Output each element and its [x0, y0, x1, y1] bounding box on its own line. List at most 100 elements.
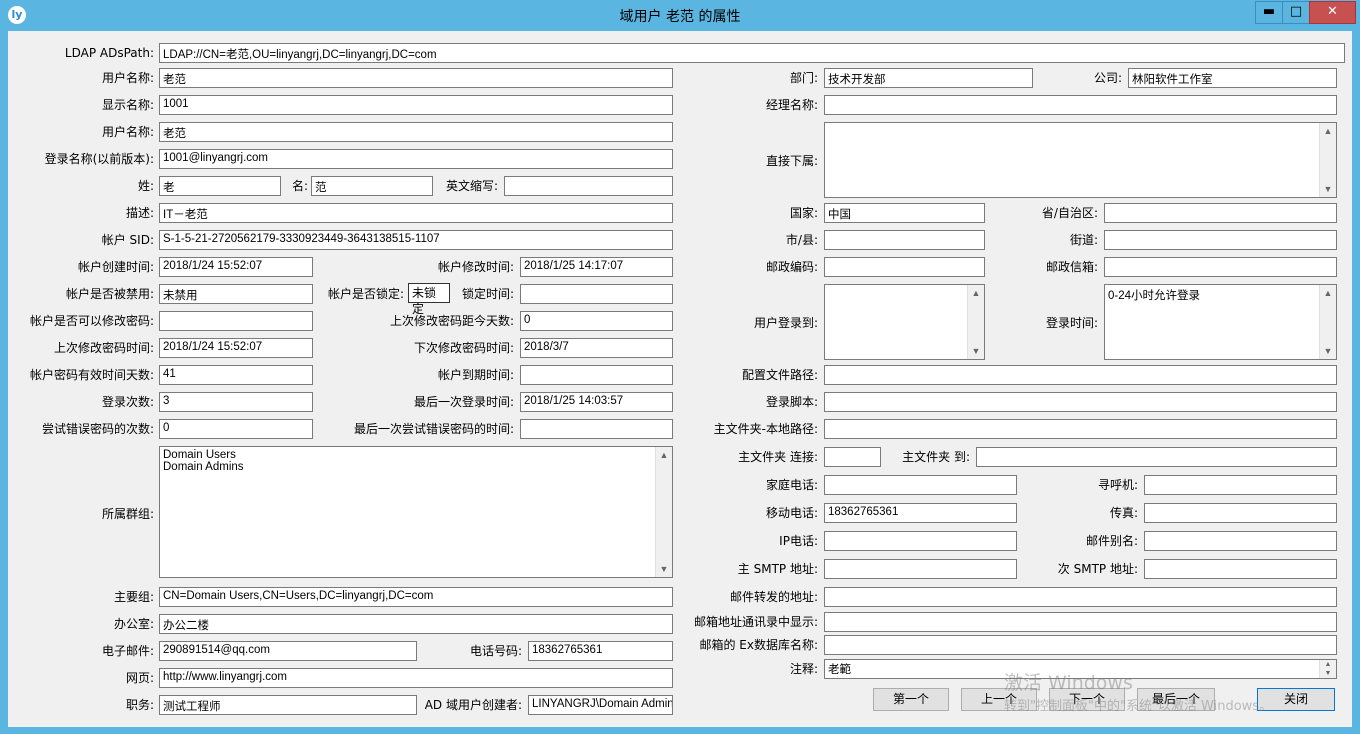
- bad-pwd-count-field[interactable]: 0: [159, 419, 313, 439]
- primary-group-field[interactable]: CN=Domain Users,CN=Users,DC=linyangrj,DC…: [159, 587, 673, 607]
- smtp-primary-label: 主 SMTP 地址:: [737, 562, 818, 576]
- bad-pwd-count-label: 尝试错误密码的次数:: [41, 422, 154, 436]
- gal-field[interactable]: [824, 612, 1337, 632]
- smtp-secondary-field[interactable]: [1144, 559, 1337, 579]
- scroll-down-icon[interactable]: ▼: [1320, 181, 1336, 197]
- can-change-pwd-field[interactable]: [159, 311, 313, 331]
- title-bar[interactable]: ly 域用户 老范 的属性 ▬ □ ✕: [0, 0, 1360, 30]
- logon-to-scrollbar[interactable]: ▲ ▼: [967, 285, 984, 359]
- username2-field[interactable]: 老范: [159, 122, 673, 142]
- group-item[interactable]: Domain Admins: [163, 461, 669, 473]
- logon-hours-scrollbar[interactable]: ▲ ▼: [1319, 285, 1336, 359]
- last-bad-pwd-label: 最后一次尝试错误密码的时间:: [353, 422, 514, 436]
- mobile-field[interactable]: 18362765361: [824, 503, 1017, 523]
- notes-scrollbar[interactable]: ▲ ▼: [1319, 660, 1336, 678]
- scroll-up-icon[interactable]: ▲: [1320, 285, 1336, 301]
- scroll-up-icon[interactable]: ▲: [1320, 123, 1336, 139]
- home-connect-label: 主文件夹 连接:: [738, 450, 818, 464]
- given-name-field[interactable]: 范: [311, 176, 433, 196]
- next-pwd-label: 下次修改密码时间:: [413, 341, 514, 355]
- ip-phone-label: IP电话:: [779, 534, 818, 548]
- logon-hours-label: 登录时间:: [1045, 316, 1098, 330]
- scroll-up-icon[interactable]: ▲: [1320, 660, 1336, 669]
- modified-field[interactable]: 2018/1/25 14:17:07: [520, 257, 673, 277]
- home-connect-field[interactable]: [824, 447, 881, 467]
- logon-script-field[interactable]: [824, 392, 1337, 412]
- logon-to-label: 用户登录到:: [753, 316, 818, 330]
- profile-path-field[interactable]: [824, 365, 1337, 385]
- street-field[interactable]: [1104, 230, 1337, 250]
- close-window-button[interactable]: ✕: [1309, 1, 1356, 24]
- pobox-field[interactable]: [1104, 257, 1337, 277]
- lock-time-field[interactable]: [520, 284, 673, 304]
- country-field[interactable]: 中国: [824, 203, 985, 223]
- maximize-button[interactable]: □: [1282, 1, 1310, 24]
- zip-field[interactable]: [824, 257, 985, 277]
- webpage-field[interactable]: http://www.linyangrj.com: [159, 668, 673, 688]
- scroll-down-icon[interactable]: ▼: [1320, 669, 1336, 678]
- exchange-db-field[interactable]: [824, 635, 1337, 655]
- home-local-field[interactable]: [824, 419, 1337, 439]
- window-title: 域用户 老范 的属性: [619, 9, 741, 25]
- locked-value[interactable]: 未锁定: [408, 283, 450, 316]
- smtp-secondary-label: 次 SMTP 地址:: [1057, 562, 1138, 576]
- country-label: 国家:: [789, 206, 818, 220]
- job-title-field[interactable]: 测试工程师: [159, 695, 417, 715]
- scroll-down-icon[interactable]: ▼: [656, 561, 672, 577]
- last-pwd-field[interactable]: 2018/1/24 15:52:07: [159, 338, 313, 358]
- direct-reports-label: 直接下属:: [765, 154, 818, 168]
- description-field[interactable]: IT－老范: [159, 203, 673, 223]
- groups-list[interactable]: Domain Users Domain Admins ▲ ▼: [159, 446, 673, 578]
- surname-field[interactable]: 老: [159, 176, 281, 196]
- scroll-down-icon[interactable]: ▼: [968, 343, 984, 359]
- username-field[interactable]: 老范: [159, 68, 673, 88]
- scroll-down-icon[interactable]: ▼: [1320, 343, 1336, 359]
- smtp-primary-field[interactable]: [824, 559, 1017, 579]
- mail-alias-field[interactable]: [1144, 531, 1337, 551]
- display-name-field[interactable]: 1001: [159, 95, 673, 115]
- home-phone-field[interactable]: [824, 475, 1017, 495]
- company-field[interactable]: 林阳软件工作室: [1128, 68, 1337, 88]
- group-item[interactable]: Domain Users: [163, 449, 669, 461]
- logon-to-list[interactable]: ▲ ▼: [824, 284, 985, 360]
- ip-phone-field[interactable]: [824, 531, 1017, 551]
- home-to-field[interactable]: [976, 447, 1337, 467]
- days-since-pwd-field[interactable]: 0: [520, 311, 673, 331]
- creator-field[interactable]: LINYANGRJ\Domain Admins: [528, 695, 673, 715]
- home-to-label: 主文件夹 到:: [902, 450, 970, 464]
- email-field[interactable]: 290891514@qq.com: [159, 641, 417, 661]
- created-field[interactable]: 2018/1/24 15:52:07: [159, 257, 313, 277]
- last-pwd-label: 上次修改密码时间:: [53, 341, 154, 355]
- expires-label: 帐户到期时间:: [437, 368, 514, 382]
- pager-field[interactable]: [1144, 475, 1337, 495]
- initials-label: 英文缩写:: [445, 179, 498, 193]
- forward-field[interactable]: [824, 587, 1337, 607]
- fax-field[interactable]: [1144, 503, 1337, 523]
- initials-field[interactable]: [504, 176, 673, 196]
- next-pwd-field[interactable]: 2018/3/7: [520, 338, 673, 358]
- username2-label: 用户名称:: [101, 125, 154, 139]
- pwd-days-field[interactable]: 41: [159, 365, 313, 385]
- primary-group-label: 主要组:: [113, 590, 154, 604]
- first-button[interactable]: 第一个: [873, 688, 949, 711]
- province-field[interactable]: [1104, 203, 1337, 223]
- minimize-button[interactable]: ▬: [1255, 1, 1283, 24]
- prewin-login-field[interactable]: 1001@linyangrj.com: [159, 149, 673, 169]
- forward-label: 邮件转发的地址:: [729, 590, 818, 604]
- expires-field[interactable]: [520, 365, 673, 385]
- manager-field[interactable]: [824, 95, 1337, 115]
- login-count-field[interactable]: 3: [159, 392, 313, 412]
- direct-reports-list[interactable]: ▲ ▼: [824, 122, 1337, 198]
- disabled-field[interactable]: 未禁用: [159, 284, 313, 304]
- scroll-up-icon[interactable]: ▲: [968, 285, 984, 301]
- department-field[interactable]: 技术开发部: [824, 68, 1033, 88]
- city-field[interactable]: [824, 230, 985, 250]
- last-login-field[interactable]: 2018/1/25 14:03:57: [520, 392, 673, 412]
- office-field[interactable]: 办公二楼: [159, 614, 673, 634]
- ldap-path-field[interactable]: LDAP://CN=老范,OU=linyangrj,DC=linyangrj,D…: [159, 43, 1345, 63]
- sid-field[interactable]: S-1-5-21-2720562179-3330923449-364313851…: [159, 230, 673, 250]
- logon-hours-list[interactable]: 0-24小时允许登录 ▲ ▼: [1104, 284, 1337, 360]
- reports-scrollbar[interactable]: ▲ ▼: [1319, 123, 1336, 197]
- last-bad-pwd-field[interactable]: [520, 419, 673, 439]
- logon-hours-value: 0-24小时允许登录: [1108, 290, 1201, 302]
